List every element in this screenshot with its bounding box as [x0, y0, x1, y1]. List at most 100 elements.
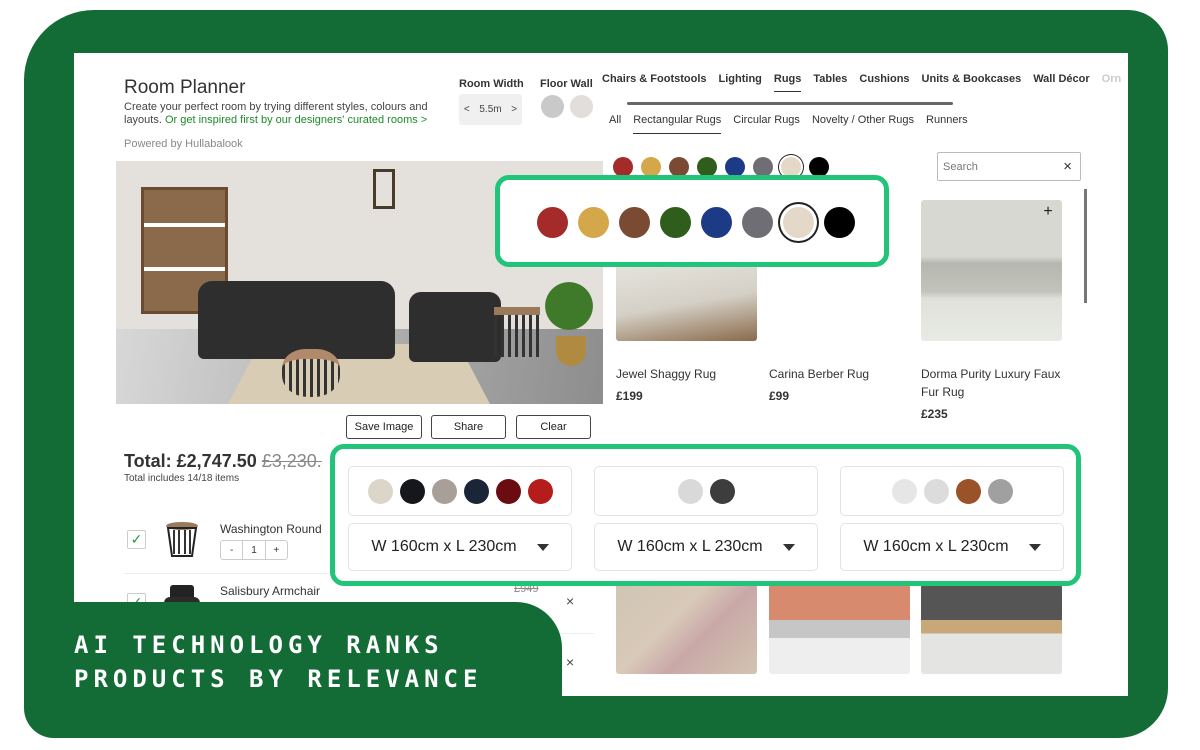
product-image[interactable] — [616, 584, 757, 674]
basket-item-thumbnail — [162, 520, 202, 560]
subcategory-tab[interactable]: Runners — [926, 114, 968, 134]
clear-search-icon[interactable]: × — [1063, 158, 1072, 175]
category-tab[interactable]: Units & Bookcases — [922, 73, 1022, 92]
caption-text: AI TECHNOLOGY RANKS PRODUCTS BY RELEVANC… — [74, 628, 482, 696]
product-colour-swatch[interactable] — [677, 478, 703, 504]
colour-filter-swatch[interactable] — [725, 157, 745, 177]
product-price: £199 — [616, 389, 643, 403]
room-width-decrease[interactable]: < — [464, 104, 470, 115]
room-pendant-light[interactable] — [373, 169, 395, 209]
colour-filter-swatch[interactable] — [619, 207, 650, 238]
colour-filter-swatch[interactable] — [641, 157, 661, 177]
variant-options-callout: W 160cm x L 230cm W 160cm x L 230cm W 160c… — [330, 444, 1081, 586]
subcategory-tab[interactable]: Rectangular Rugs — [633, 114, 722, 134]
colour-filter-swatch[interactable] — [697, 157, 717, 177]
product-colour-swatch[interactable] — [923, 478, 949, 504]
floor-color-swatch[interactable] — [541, 95, 564, 118]
subcategory-tab[interactable]: Circular Rugs — [733, 114, 800, 134]
remove-item-icon[interactable]: × — [566, 593, 574, 609]
colour-filter-swatch[interactable] — [701, 207, 732, 238]
product-name[interactable]: Jewel Shaggy Rug — [616, 365, 766, 383]
chevron-down-icon — [536, 543, 549, 551]
share-button[interactable]: Share — [431, 415, 506, 439]
quantity-increase[interactable]: + — [266, 541, 287, 559]
quantity-decrease[interactable]: - — [221, 541, 244, 559]
wall-color-swatch[interactable] — [570, 95, 593, 118]
category-tab[interactable]: Chairs & Footstools — [602, 73, 707, 92]
product-list-scrollbar[interactable] — [1084, 189, 1087, 303]
save-image-button[interactable]: Save Image — [346, 415, 422, 439]
room-width-label: Room Width — [459, 78, 524, 90]
size-select[interactable]: W 160cm x L 230cm — [348, 523, 572, 571]
room-sofa[interactable] — [198, 281, 395, 359]
total-price: Total: £2,747.50 £3,230. — [124, 451, 322, 472]
product-colour-swatch[interactable] — [987, 478, 1013, 504]
category-tab[interactable]: Rugs — [773, 73, 802, 92]
page-description: Create your perfect room by trying diffe… — [124, 101, 434, 127]
search-input[interactable]: Search × — [937, 152, 1081, 181]
colour-filter-callout — [495, 175, 889, 267]
add-to-room-icon[interactable]: + — [1040, 204, 1056, 220]
product-name[interactable]: Dorma Purity Luxury Faux Fur Rug — [921, 365, 1071, 401]
quantity-value[interactable]: 1 — [243, 541, 266, 559]
product-colour-swatch[interactable] — [399, 478, 425, 504]
room-coffee-table[interactable] — [282, 349, 340, 397]
category-tab[interactable]: Lighting — [719, 73, 762, 92]
product-colour-swatch[interactable] — [709, 478, 735, 504]
total-items-count: Total includes 14/18 items — [124, 473, 240, 484]
category-tab[interactable]: Orn — [1102, 73, 1122, 92]
add-to-room-icon[interactable]: + — [888, 204, 904, 220]
size-select[interactable]: W 160cm x L 230cm — [594, 523, 818, 571]
inspire-link[interactable]: Or get inspired first by our designers' … — [165, 114, 427, 126]
product-image[interactable] — [921, 584, 1062, 674]
page-title: Room Planner — [124, 77, 246, 98]
category-tab[interactable]: Tables — [813, 73, 847, 92]
colour-filter-swatch[interactable] — [753, 157, 773, 177]
chevron-down-icon — [782, 543, 795, 551]
subcategory-tab[interactable]: Novelty / Other Rugs — [812, 114, 914, 134]
category-tab[interactable]: Cushions — [859, 73, 909, 92]
room-side-table[interactable] — [494, 307, 540, 357]
total-original: £3,230. — [261, 451, 322, 471]
colour-filter-swatch[interactable] — [742, 207, 773, 238]
product-colour-options — [594, 466, 818, 516]
colour-filter-swatch[interactable] — [578, 207, 609, 238]
product-image-dorma-purity-rug[interactable]: + — [921, 200, 1062, 341]
product-colour-swatch[interactable] — [431, 478, 457, 504]
colour-filter-swatch[interactable] — [781, 157, 801, 177]
subcategory-tab[interactable]: All — [609, 114, 621, 134]
remove-item-icon[interactable]: × — [566, 654, 574, 670]
basket-item-checkbox[interactable]: ✓ — [127, 530, 146, 549]
colour-filter-swatch[interactable] — [824, 207, 855, 238]
basket-item-name: Salisbury Armchair — [220, 584, 321, 598]
total-current: Total: £2,747.50 — [124, 451, 257, 471]
chevron-down-icon — [1028, 543, 1041, 551]
product-colour-swatch[interactable] — [463, 478, 489, 504]
category-tab[interactable]: Wall Décor — [1033, 73, 1089, 92]
product-colour-swatch[interactable] — [367, 478, 393, 504]
caption-line-1: AI TECHNOLOGY RANKS — [74, 631, 444, 659]
room-plant[interactable] — [544, 271, 594, 341]
room-width-stepper: < 5.5m > — [459, 94, 522, 125]
size-select[interactable]: W 160cm x L 230cm — [840, 523, 1064, 571]
colour-filter-swatch[interactable] — [669, 157, 689, 177]
category-scrollbar[interactable] — [627, 102, 953, 105]
product-colour-swatch[interactable] — [955, 478, 981, 504]
colour-filter-swatch[interactable] — [660, 207, 691, 238]
room-width-value: 5.5m — [479, 104, 502, 115]
product-colour-swatch[interactable] — [527, 478, 553, 504]
colour-filter-swatch[interactable] — [809, 157, 829, 177]
room-width-increase[interactable]: > — [511, 104, 517, 115]
room-armchair[interactable] — [409, 292, 501, 362]
product-colour-swatch[interactable] — [891, 478, 917, 504]
product-image[interactable] — [769, 584, 910, 674]
colour-filter-swatch[interactable] — [613, 157, 633, 177]
colour-filter-swatch[interactable] — [783, 207, 814, 238]
product-colour-swatch[interactable] — [495, 478, 521, 504]
clear-button[interactable]: Clear — [516, 415, 591, 439]
product-name[interactable]: Carina Berber Rug — [769, 365, 919, 383]
colour-filter-swatch[interactable] — [537, 207, 568, 238]
search-placeholder: Search — [943, 160, 978, 173]
size-select-value: W 160cm x L 230cm — [371, 538, 517, 555]
size-select-value: W 160cm x L 230cm — [863, 538, 1009, 555]
